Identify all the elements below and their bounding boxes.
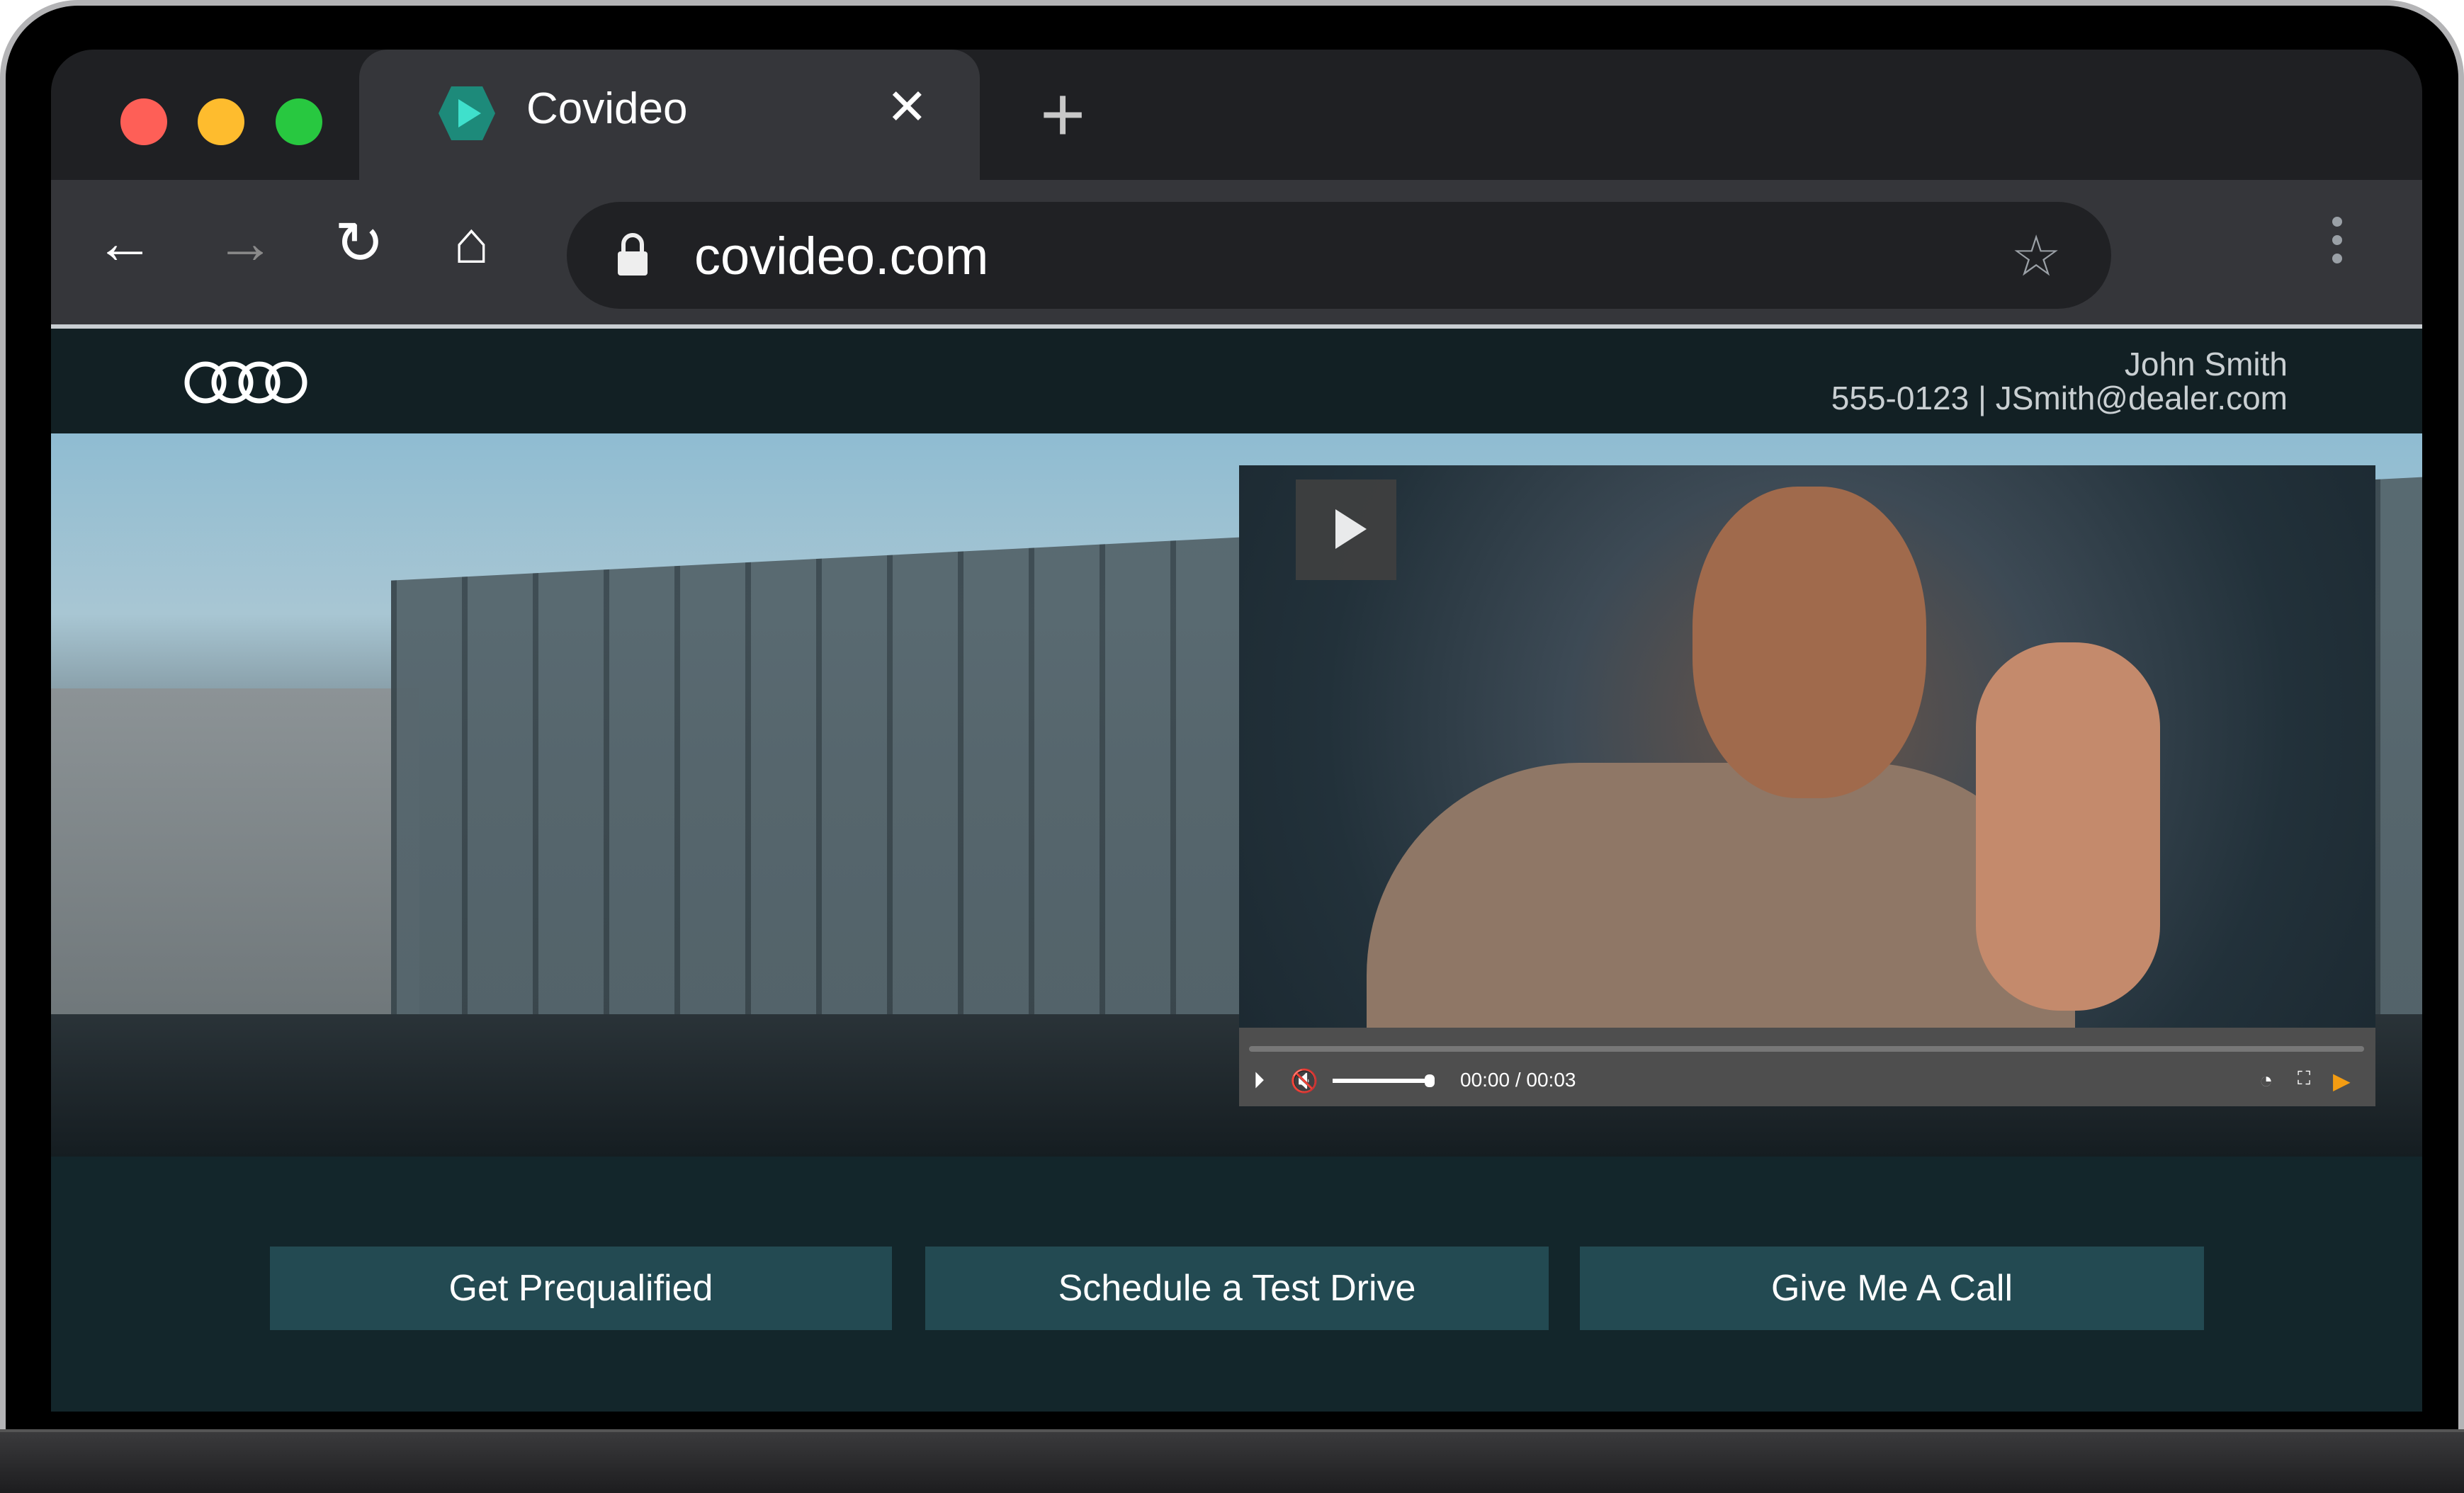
close-tab-icon[interactable]: ✕: [886, 78, 928, 136]
laptop-frame: Covideo ✕ + ← → ↻ ⌂ covideo.com ☆ John S…: [0, 0, 2464, 1438]
video-person-body: [1367, 763, 2075, 1046]
four-rings-logo: [184, 361, 307, 404]
video-progress-bar[interactable]: [1249, 1046, 2364, 1052]
star-icon[interactable]: ☆: [2011, 223, 2062, 289]
covideo-favicon-icon: [439, 86, 495, 140]
close-window-button[interactable]: [120, 98, 167, 145]
speed-icon[interactable]: ◔: [2259, 1067, 2273, 1094]
back-icon[interactable]: ←: [95, 208, 154, 277]
agent-name: John Smith: [2124, 346, 2288, 382]
agent-contact: John Smith 555-0123 | JSmith@dealer.com: [1831, 347, 2288, 415]
video-person-hand: [1976, 642, 2160, 1011]
play-pause-icon[interactable]: ⏵: [1253, 1067, 1265, 1094]
reload-icon[interactable]: ↻: [334, 208, 384, 278]
address-bar[interactable]: covideo.com ☆: [567, 202, 2111, 309]
schedule-test-drive-button[interactable]: Schedule a Test Drive: [925, 1247, 1549, 1330]
volume-slider[interactable]: [1333, 1074, 1435, 1087]
page-header: John Smith 555-0123 | JSmith@dealer.com: [51, 329, 2422, 433]
browser-toolbar: ← → ↻ ⌂ covideo.com ☆: [51, 180, 2422, 324]
new-tab-button[interactable]: +: [1040, 69, 1085, 159]
browser-window: Covideo ✕ + ← → ↻ ⌂ covideo.com ☆ John S…: [51, 50, 2422, 1412]
minimize-window-button[interactable]: [198, 98, 244, 145]
forward-icon[interactable]: →: [215, 208, 275, 277]
play-button[interactable]: [1296, 479, 1396, 580]
video-person-face: [1692, 487, 1926, 798]
agent-phone-email: 555-0123 | JSmith@dealer.com: [1831, 380, 2288, 416]
home-icon[interactable]: ⌂: [453, 208, 490, 277]
maximize-window-button[interactable]: [276, 98, 322, 145]
url-text: covideo.com: [694, 227, 989, 285]
tab-covideo[interactable]: Covideo ✕: [359, 50, 980, 180]
covideo-brand-icon[interactable]: ▶: [2333, 1067, 2351, 1094]
video-player[interactable]: ⏵ 🔇 00:00 / 00:03 ◔ ⛶ ▶: [1239, 465, 2375, 1106]
video-controls: ⏵ 🔇 00:00 / 00:03 ◔ ⛶ ▶: [1239, 1028, 2375, 1106]
page-content: John Smith 555-0123 | JSmith@dealer.com …: [51, 324, 2422, 1412]
tab-title: Covideo: [526, 84, 688, 133]
laptop-base: [0, 1429, 2464, 1493]
give-me-a-call-button[interactable]: Give Me A Call: [1580, 1247, 2204, 1330]
lock-icon: [618, 233, 648, 276]
video-time: 00:00 / 00:03: [1460, 1069, 1576, 1091]
mute-icon[interactable]: 🔇: [1290, 1067, 1318, 1094]
side-building: [51, 688, 419, 1057]
fullscreen-icon[interactable]: ⛶: [2298, 1067, 2310, 1090]
kebab-menu-icon[interactable]: [2332, 217, 2342, 272]
get-prequalified-button[interactable]: Get Prequalified: [270, 1247, 892, 1330]
hero-dealership-image: ⏵ 🔇 00:00 / 00:03 ◔ ⛶ ▶: [51, 433, 2422, 1157]
